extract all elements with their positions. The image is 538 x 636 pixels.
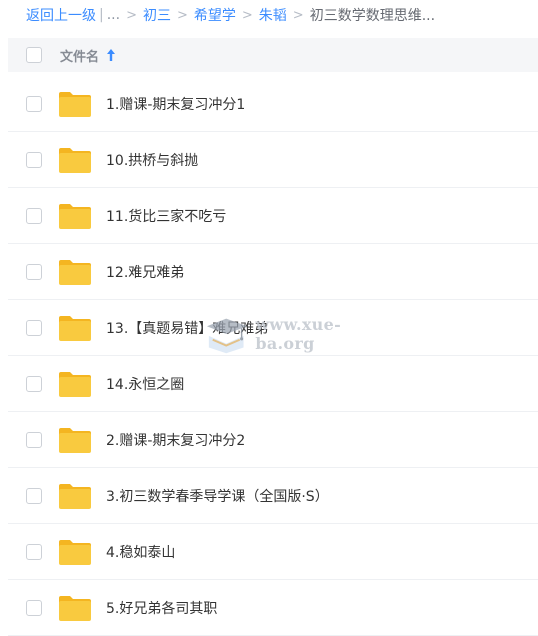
folder-icon — [59, 539, 91, 565]
breadcrumb-separator: > — [292, 7, 304, 23]
back-link[interactable]: 返回上一级 — [26, 5, 96, 25]
row-checkbox[interactable] — [26, 487, 42, 504]
list-item[interactable]: 4.稳如泰山 — [8, 524, 538, 580]
list-item[interactable]: 2.赠课-期末复习冲分2 — [8, 412, 538, 468]
file-name[interactable]: 5.好兄弟各司其职 — [106, 598, 217, 618]
folder-icon — [59, 147, 91, 173]
select-all-checkbox[interactable] — [26, 47, 42, 63]
file-name[interactable]: 2.赠课-期末复习冲分2 — [106, 430, 245, 450]
file-list: 1.赠课-期末复习冲分1 10.拱桥与斜抛 11.货比三家不吃亏 12.难兄难弟… — [8, 76, 538, 636]
list-item[interactable]: 10.拱桥与斜抛 — [8, 132, 538, 188]
file-name[interactable]: 3.初三数学春季导学课（全国版·S） — [106, 486, 329, 506]
breadcrumb-separator: > — [241, 7, 253, 23]
list-item[interactable]: 12.难兄难弟 — [8, 244, 538, 300]
breadcrumb-item-2[interactable]: 朱韬 — [259, 5, 287, 25]
row-checkbox[interactable] — [26, 543, 42, 560]
list-item[interactable]: 13.【真题易错】难兄难弟 — [8, 300, 538, 356]
folder-icon — [59, 483, 91, 509]
file-name[interactable]: 11.货比三家不吃亏 — [106, 206, 226, 226]
folder-icon — [59, 259, 91, 285]
file-name[interactable]: 14.永恒之圈 — [106, 374, 184, 394]
file-name[interactable]: 1.赠课-期末复习冲分1 — [106, 94, 245, 114]
breadcrumb-item-0[interactable]: 初三 — [143, 5, 171, 25]
row-checkbox[interactable] — [26, 151, 42, 168]
sort-ascending-icon[interactable] — [106, 48, 116, 62]
list-item[interactable]: 3.初三数学春季导学课（全国版·S） — [8, 468, 538, 524]
list-item[interactable]: 11.货比三家不吃亏 — [8, 188, 538, 244]
row-checkbox[interactable] — [26, 431, 42, 448]
breadcrumb-separator: > — [126, 7, 137, 23]
breadcrumb: 返回上一级 | ... > 初三 > 希望学 > 朱韬 > 初三数学数理思维..… — [0, 0, 538, 30]
row-checkbox[interactable] — [26, 207, 42, 224]
file-list-header: 文件名 — [8, 38, 538, 72]
breadcrumb-ellipsis[interactable]: ... — [107, 7, 120, 23]
folder-icon — [59, 371, 91, 397]
breadcrumb-divider: | — [99, 7, 104, 23]
row-checkbox[interactable] — [26, 263, 42, 280]
folder-icon — [59, 595, 91, 621]
breadcrumb-separator: > — [176, 7, 188, 23]
list-item[interactable]: 1.赠课-期末复习冲分1 — [8, 76, 538, 132]
file-name[interactable]: 13.【真题易错】难兄难弟 — [106, 318, 268, 338]
list-item[interactable]: 14.永恒之圈 — [8, 356, 538, 412]
column-filename[interactable]: 文件名 — [60, 46, 99, 65]
row-checkbox[interactable] — [26, 319, 42, 336]
row-checkbox[interactable] — [26, 599, 42, 616]
folder-icon — [59, 203, 91, 229]
breadcrumb-current: 初三数学数理思维... — [309, 8, 436, 24]
file-name[interactable]: 10.拱桥与斜抛 — [106, 150, 198, 170]
list-item[interactable]: 5.好兄弟各司其职 — [8, 580, 538, 636]
folder-icon — [59, 91, 91, 117]
row-checkbox[interactable] — [26, 95, 42, 112]
folder-icon — [59, 315, 91, 341]
breadcrumb-item-1[interactable]: 希望学 — [194, 5, 236, 25]
file-name[interactable]: 12.难兄难弟 — [106, 262, 184, 282]
file-name[interactable]: 4.稳如泰山 — [106, 542, 175, 562]
folder-icon — [59, 427, 91, 453]
row-checkbox[interactable] — [26, 375, 42, 392]
